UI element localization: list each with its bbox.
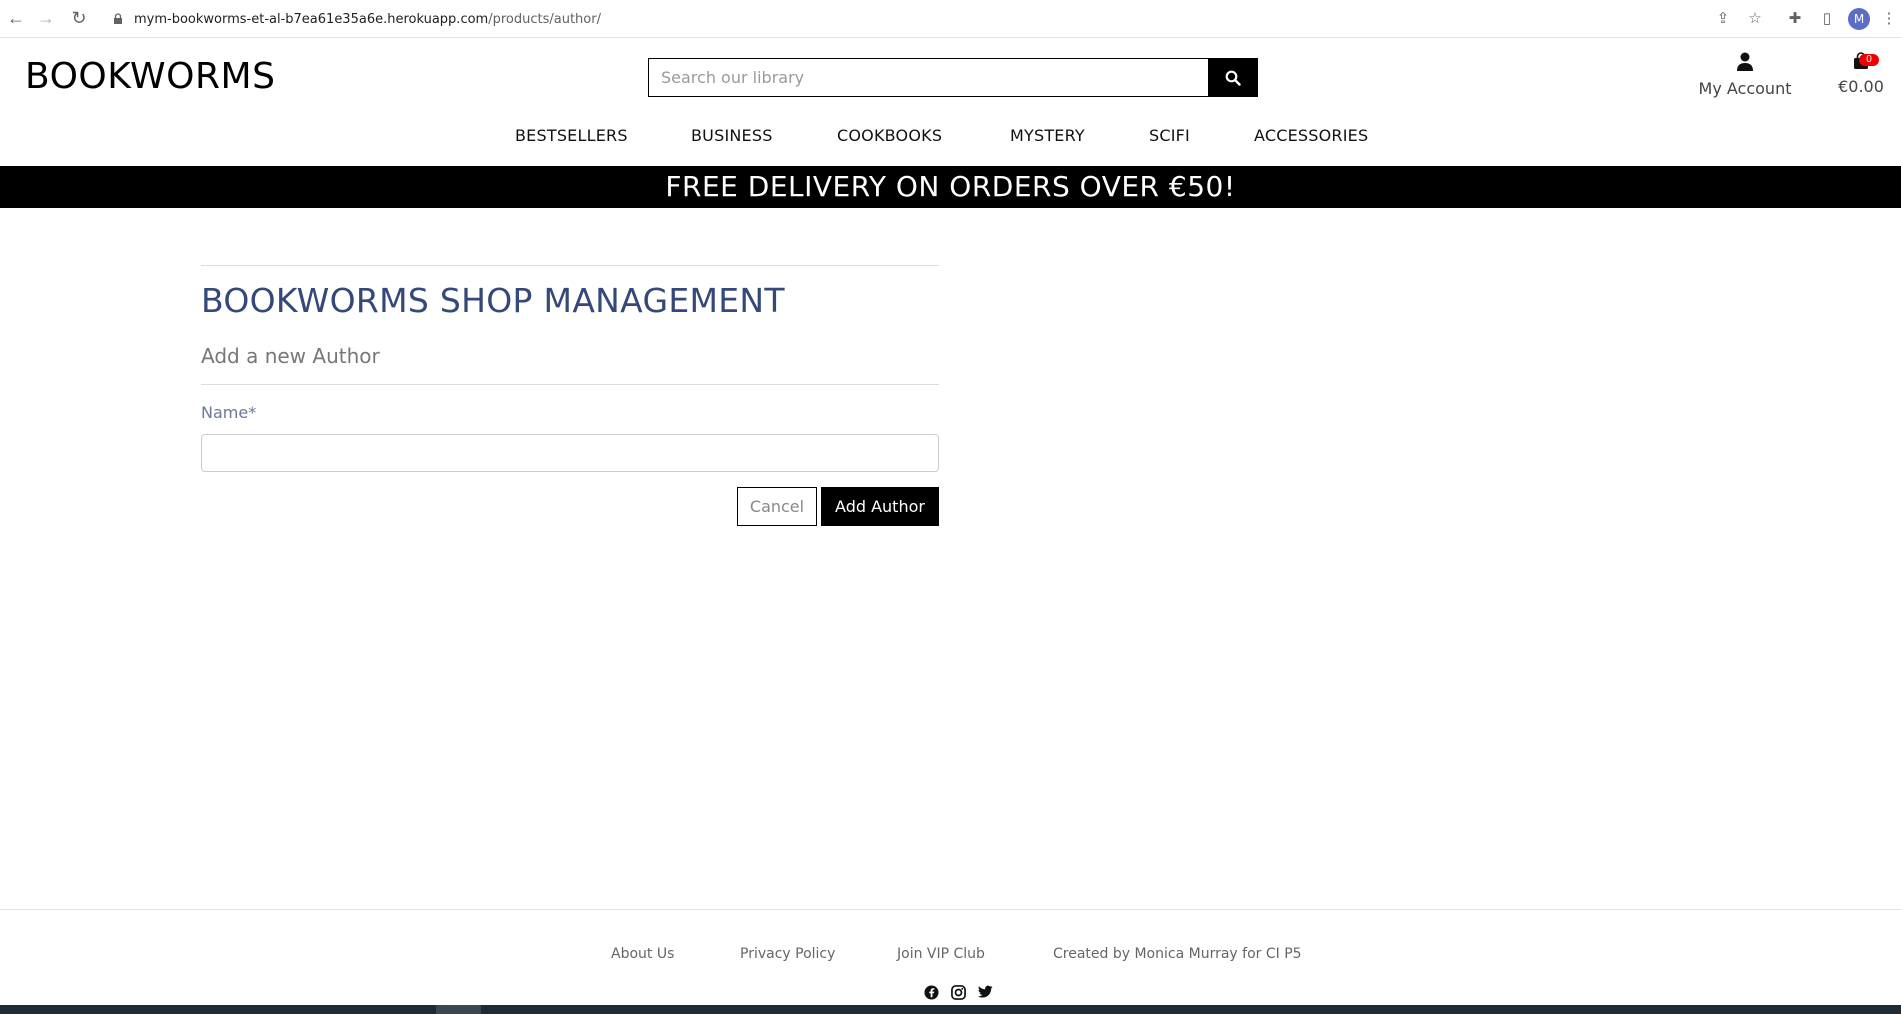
footer-join-vip-club[interactable]: Join VIP Club [897,946,985,962]
name-input[interactable] [201,434,939,472]
user-icon [1737,52,1753,71]
cart-count-badge: 0 [1859,54,1879,66]
os-taskbar [0,1005,1901,1014]
cancel-button[interactable]: Cancel [737,487,817,526]
nav-mystery[interactable]: MYSTERY [1010,126,1085,145]
nav-accessories[interactable]: ACCESSORIES [1254,126,1368,145]
url-host: mym-bookworms-et-al-b7ea61e35a6e.herokua… [134,11,489,27]
url-text: mym-bookworms-et-al-b7ea61e35a6e.herokua… [134,12,601,27]
address-bar[interactable]: mym-bookworms-et-al-b7ea61e35a6e.herokua… [100,6,1760,32]
browser-toolbar: ← → ↻ mym-bookworms-et-al-b7ea61e35a6e.h… [0,0,1901,38]
search-input[interactable] [649,59,1208,96]
nav-scifi[interactable]: SCIFI [1149,126,1190,145]
twitter-icon[interactable] [977,984,993,1000]
cart-link[interactable]: 0 €0.00 [1830,52,1892,96]
search-button[interactable] [1208,59,1257,96]
site-logo[interactable]: BOOKWORMS [25,56,275,97]
cart-total: €0.00 [1838,77,1884,96]
url-path: /products/author/ [488,11,601,27]
my-account-link[interactable]: My Account [1690,52,1800,98]
taskbar-item[interactable] [436,1005,481,1014]
nav-bestsellers[interactable]: BESTSELLERS [515,126,628,145]
page-title: BOOKWORMS SHOP MANAGEMENT [201,281,785,320]
my-account-label: My Account [1698,79,1792,98]
page-subtitle: Add a new Author [201,344,380,368]
footer-privacy-policy[interactable]: Privacy Policy [740,946,835,962]
profile-avatar[interactable]: M [1848,8,1870,30]
search-icon [1225,70,1241,86]
footer-divider [0,909,1901,910]
footer-credit: Created by Monica Murray for CI P5 [1053,946,1302,962]
reload-icon[interactable]: ↻ [69,8,89,28]
forward-icon[interactable]: → [36,8,56,28]
section-divider [201,384,939,385]
share-icon[interactable]: ⇪ [1714,9,1732,27]
nav-cookbooks[interactable]: COOKBOOKS [837,126,942,145]
instagram-icon[interactable] [950,984,966,1000]
facebook-icon[interactable] [923,984,939,1000]
bookmark-star-icon[interactable]: ☆ [1746,9,1764,27]
footer-about-us[interactable]: About Us [611,946,674,962]
top-divider [201,265,939,266]
nav-business[interactable]: BUSINESS [691,126,773,145]
extensions-icon[interactable]: ✚ [1786,9,1804,27]
search-form [648,58,1258,97]
lock-icon [114,13,122,24]
delivery-banner: FREE DELIVERY ON ORDERS OVER €50! [0,166,1901,208]
menu-kebab-icon[interactable]: ⋮ [1880,9,1898,27]
add-author-button[interactable]: Add Author [821,487,939,526]
main-nav: BESTSELLERS BUSINESS COOKBOOKS MYSTERY S… [0,126,1901,150]
side-panel-icon[interactable]: ▯ [1818,9,1836,27]
back-icon[interactable]: ← [6,8,26,28]
name-field-label: Name* [201,403,257,422]
